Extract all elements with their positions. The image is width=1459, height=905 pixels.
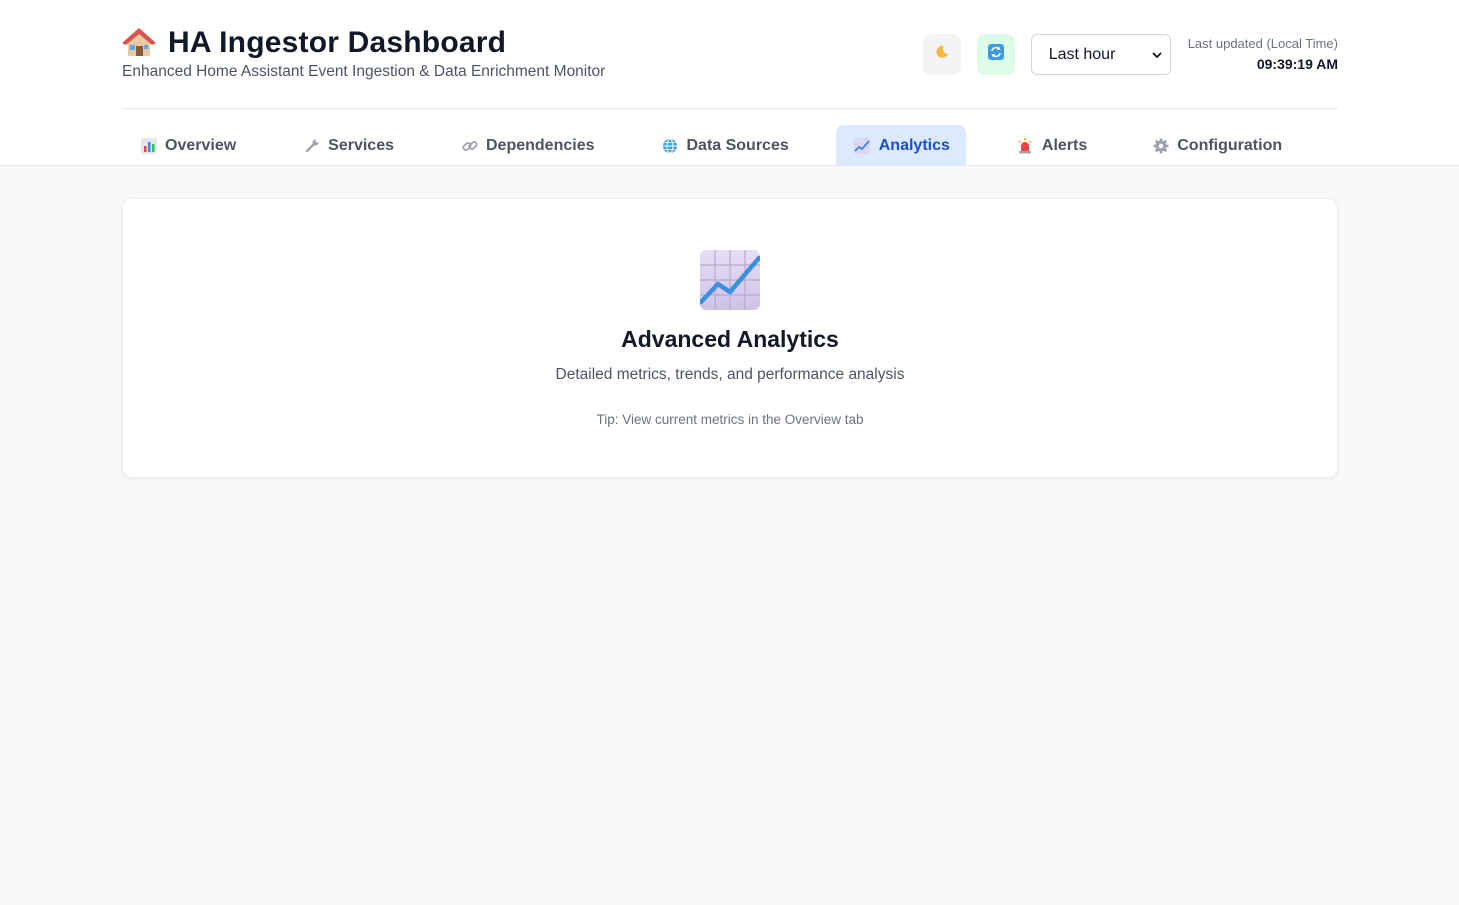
page-subtitle: Enhanced Home Assistant Event Ingestion …	[122, 63, 606, 80]
tab-services[interactable]: Services	[285, 125, 410, 166]
globe-icon	[661, 137, 678, 154]
tab-overview[interactable]: Overview	[122, 125, 252, 166]
trend-chart-icon	[698, 250, 762, 310]
tab-label: Dependencies	[486, 136, 595, 154]
last-updated-time: 09:39:19 AM	[1256, 56, 1338, 72]
last-updated-label: Last updated (Local Time)	[1187, 36, 1338, 51]
tab-alerts[interactable]: Alerts	[999, 125, 1103, 166]
analytics-panel: Advanced Analytics Detailed metrics, tre…	[122, 198, 1338, 478]
time-range-select[interactable]: Last hour	[1030, 34, 1171, 75]
panel-tip: Tip: View current metrics in the Overvie…	[596, 412, 864, 427]
wrench-icon	[303, 137, 320, 154]
header-controls: Last hour Last updated (Local Time) 09:3…	[922, 34, 1338, 75]
header: HA Ingestor Dashboard Enhanced Home Assi…	[0, 0, 1459, 166]
bar-chart-icon	[140, 137, 157, 154]
panel-title: Advanced Analytics	[621, 326, 839, 352]
theme-toggle-button[interactable]	[922, 34, 961, 75]
last-updated: Last updated (Local Time) 09:39:19 AM	[1188, 34, 1338, 72]
house-icon	[122, 26, 156, 60]
tab-label: Services	[328, 136, 394, 154]
header-divider	[122, 108, 1338, 109]
title-row: HA Ingestor Dashboard	[122, 26, 506, 60]
time-range-value: Last hour	[1048, 45, 1116, 63]
tab-label: Data Sources	[686, 136, 789, 154]
tab-analytics[interactable]: Analytics	[835, 125, 966, 166]
moon-icon	[934, 44, 950, 65]
chevron-down-icon	[1152, 46, 1162, 64]
tab-data-sources[interactable]: Data Sources	[643, 125, 804, 166]
tab-label: Overview	[165, 136, 237, 154]
tab-label: Configuration	[1177, 136, 1283, 154]
trend-chart-icon	[854, 137, 871, 154]
siren-icon	[1017, 137, 1034, 154]
tab-label: Analytics	[878, 136, 950, 154]
tab-dependencies[interactable]: Dependencies	[443, 125, 610, 166]
page-title: HA Ingestor Dashboard	[168, 26, 507, 59]
panel-description: Detailed metrics, trends, and performanc…	[555, 366, 905, 383]
refresh-icon	[987, 43, 1005, 66]
link-icon	[461, 137, 478, 154]
refresh-button[interactable]	[976, 34, 1015, 75]
tab-label: Alerts	[1041, 136, 1088, 154]
tab-bar: Overview Services Dependencies Data Sour…	[122, 125, 1298, 166]
tab-configuration[interactable]: Configuration	[1134, 125, 1298, 166]
gear-icon	[1152, 137, 1169, 154]
